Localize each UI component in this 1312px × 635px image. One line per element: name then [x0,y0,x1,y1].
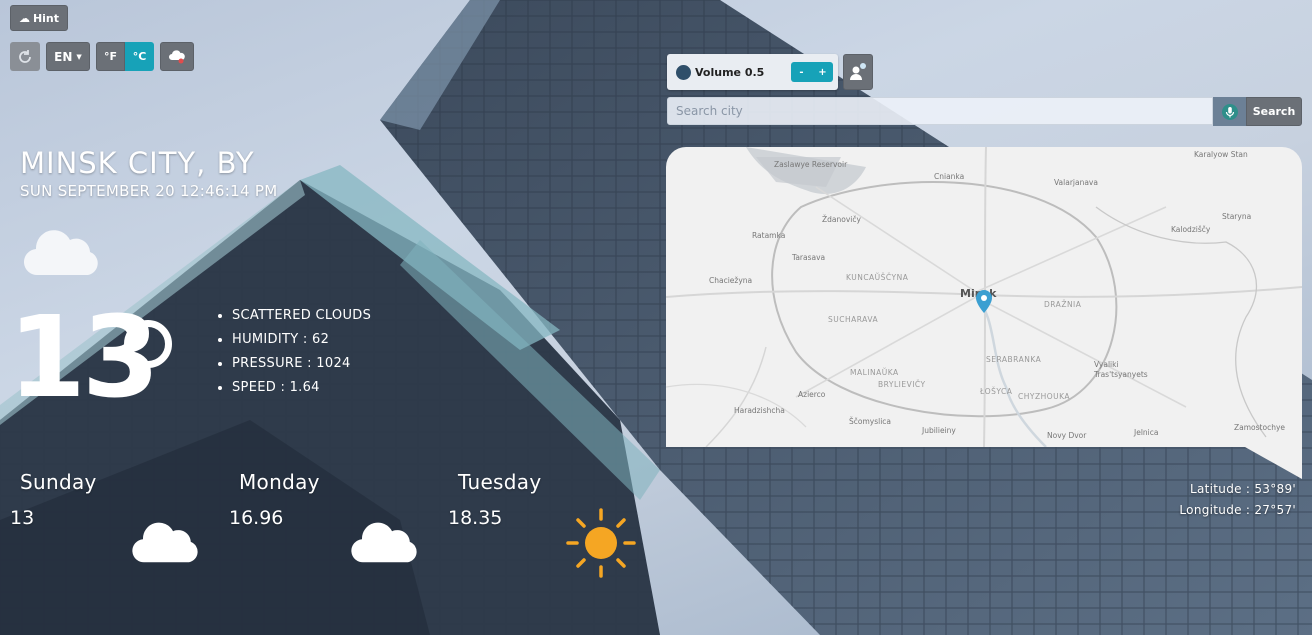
map-label: SERABRANKA [986,355,1042,364]
voice-assistant-button[interactable] [843,54,873,90]
search-city-input[interactable] [667,97,1213,125]
map-label: MALINAŬKA [850,368,899,377]
map-label: ŁOŠYCA [980,387,1013,396]
forecast-day: Monday [239,470,320,494]
chevron-down-icon: ▼ [76,52,82,61]
search-button[interactable]: Search [1246,97,1302,126]
map-label: Karalyow Stan [1194,150,1248,159]
location-map[interactable]: Zaslawye Reservoir Cnianka Valarjanava K… [666,147,1302,447]
microphone-icon [1221,103,1238,120]
pressure: PRESSURE : 1024 [232,352,392,376]
map-label: Jubilieiny [922,426,956,435]
map-label: BRYLIEVIČY [878,380,926,389]
map-label: Zaslawye Reservoir [774,160,848,169]
map-label: KUNCAŬŠČYNA [846,273,909,282]
map-label: Tarasava [792,253,826,262]
map-marker-icon[interactable] [975,290,993,314]
forecast-temp: 16.96 [229,507,284,529]
forecast-temp: 18.35 [448,507,503,529]
person-speaking-icon [850,63,866,80]
cloud-icon [351,522,417,563]
weather-description: SCATTERED CLOUDS [232,304,392,328]
forecast-day: Sunday [20,470,97,494]
wind-speed: SPEED : 1.64 [232,376,392,400]
volume-panel: Volume 0.5 - + [667,54,838,90]
map-label: Vyaliki Tras'tsyanyets [1094,360,1148,379]
city-name: MINSK CITY, BY [20,146,255,180]
language-label: EN [54,49,73,64]
map-label: Novy Dvor [1047,431,1087,440]
map-label: SUCHARAVA [828,315,879,324]
map-label: Ratamka [752,231,786,240]
map-label: CHYZHOUKA [1018,392,1071,401]
cloud-sound-icon [169,49,185,63]
map-label: Valarjanava [1054,178,1098,187]
map-label: Cnianka [934,172,965,181]
weather-details: SCATTERED CLOUDS HUMIDITY : 62 PRESSURE … [212,304,392,400]
forecast-day: Tuesday [458,470,542,494]
map-label: Ždanovičy [822,215,861,224]
degree-symbol [124,320,172,368]
map-label: Ščomyslica [849,417,892,426]
weather-speak-button[interactable] [160,42,194,71]
microphone-button[interactable] [1213,97,1246,126]
hint-icon: ☁ [18,11,30,25]
map-label: Zamostochye [1234,423,1285,432]
map-label: Staryna [1222,212,1252,221]
map-label: Kalodziščy [1171,225,1211,234]
map-label: Azierco [798,390,826,399]
hint-label: Hint [32,11,60,25]
map-label: Chaciežyna [709,276,753,285]
celsius-button[interactable]: °C [125,42,154,71]
longitude: Longitude : 27°57' [1179,503,1296,517]
volume-up-button[interactable]: + [812,62,833,82]
sun-icon [566,508,636,578]
forecast-temp: 13 [10,507,35,529]
fahrenheit-button[interactable]: °F [96,42,125,71]
latitude: Latitude : 53°89' [1190,482,1296,496]
map-pointer [1245,447,1302,479]
volume-icon [676,64,691,80]
refresh-button[interactable] [10,42,40,71]
map-label: Jelnica [1134,428,1159,437]
volume-label: Volume 0.5 [695,65,765,79]
volume-down-button[interactable]: - [791,62,812,82]
map-label: DRAŽNIA [1044,300,1082,309]
map-label: Haradzishcha [734,406,785,415]
cloud-icon [24,230,98,276]
refresh-icon [19,49,31,63]
date-time: SUN SEPTEMBER 20 12:46:14 PM [20,182,278,200]
language-dropdown[interactable]: EN ▼ [46,42,90,71]
humidity: HUMIDITY : 62 [232,328,392,352]
cloud-icon [132,522,198,563]
hint-button[interactable]: ☁ Hint [10,5,68,31]
